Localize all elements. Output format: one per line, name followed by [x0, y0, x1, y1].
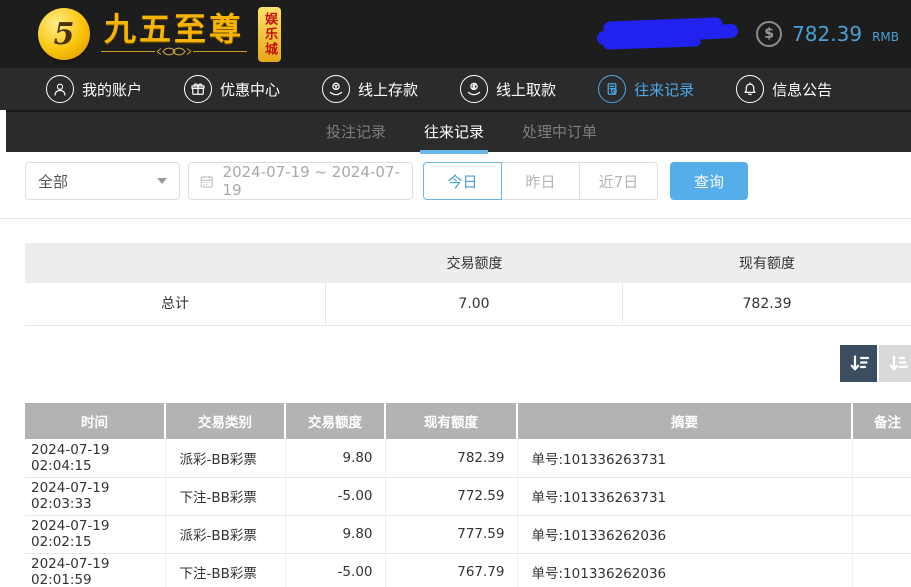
logo-emblem: 5: [38, 8, 90, 60]
quick-yesterday-button[interactable]: 昨日: [501, 162, 580, 200]
brand-title: 九五至尊: [104, 12, 244, 46]
header-account-area: $ 782.39 RMB: [596, 16, 901, 52]
sort-ascending-icon: [886, 352, 910, 376]
cell-type: 派彩-BB彩票: [165, 515, 285, 553]
calendar-icon: [199, 173, 215, 190]
col-header-balance: 现有额度: [385, 403, 517, 439]
sort-ascending-button[interactable]: [879, 345, 911, 382]
summary-header-trade-amount: 交易额度: [326, 253, 623, 273]
date-range-input[interactable]: 2024-07-19 ~ 2024-07-19: [188, 162, 413, 200]
cell-summary: 单号:101336263731: [517, 477, 852, 515]
sort-toolbar: [840, 345, 911, 382]
tab-pending-orders[interactable]: 处理中订单: [520, 112, 599, 154]
deposit-icon: [322, 75, 350, 103]
main-nav: 我的账户 优惠中心 线上存款 线上取款 往来记录 信息公告: [0, 68, 911, 110]
record-subtabs: 投注记录 往来记录 处理中订单: [6, 110, 911, 152]
nav-item-records[interactable]: 往来记录: [598, 75, 694, 103]
bell-icon: [736, 75, 764, 103]
records-header-row: 时间 交易类别 交易额度 现有额度 摘要 备注: [25, 403, 911, 439]
cell-balance: 772.59: [385, 477, 517, 515]
gift-icon: [184, 75, 212, 103]
cell-type: 下注-BB彩票: [165, 477, 285, 515]
records-icon: [598, 75, 626, 103]
col-header-summary: 摘要: [517, 403, 852, 439]
nav-item-my-account[interactable]: 我的账户: [46, 75, 142, 103]
table-row: 2024-07-19 02:03:33 下注-BB彩票 -5.00 772.59…: [25, 477, 911, 515]
type-select[interactable]: 全部: [25, 162, 180, 200]
summary-total-row: 总计 7.00 782.39: [25, 283, 911, 326]
quick-date-group: 今日 昨日 近7日: [423, 162, 658, 200]
currency-icon: $: [756, 21, 782, 47]
summary-header-balance: 现有额度: [623, 253, 911, 273]
quick-today-button[interactable]: 今日: [423, 162, 502, 200]
nav-item-deposit[interactable]: 线上存款: [322, 75, 418, 103]
nav-item-promotions[interactable]: 优惠中心: [184, 75, 280, 103]
search-button[interactable]: 查询: [670, 162, 748, 200]
cell-balance: 777.59: [385, 515, 517, 553]
nav-item-withdraw[interactable]: 线上取款: [460, 75, 556, 103]
table-row: 2024-07-19 02:04:15 派彩-BB彩票 9.80 782.39 …: [25, 439, 911, 477]
section-divider: [0, 218, 911, 219]
flourish-ornament: [99, 46, 249, 57]
cell-summary: 单号:101336262036: [517, 553, 852, 587]
cell-note: [852, 477, 911, 515]
top-header: 5 九五至尊 娱乐城 $ 782.39 RMB: [0, 0, 911, 68]
cell-trade-amount: -5.00: [285, 477, 385, 515]
tab-bet-records[interactable]: 投注记录: [324, 112, 388, 154]
sort-descending-icon: [847, 352, 871, 376]
brand-badge: 娱乐城: [258, 7, 281, 62]
chevron-down-icon: [157, 178, 167, 184]
brand-box: 九五至尊: [99, 12, 249, 57]
cell-time: 2024-07-19 02:01:59: [25, 553, 165, 587]
tab-transaction-records[interactable]: 往来记录: [422, 112, 486, 154]
nav-label: 我的账户: [82, 79, 142, 100]
cell-trade-amount: 9.80: [285, 515, 385, 553]
nav-label: 信息公告: [772, 79, 832, 100]
logo[interactable]: 5 九五至尊 娱乐城: [38, 7, 311, 62]
cell-type: 下注-BB彩票: [165, 553, 285, 587]
cell-trade-amount: 9.80: [285, 439, 385, 477]
nav-label: 往来记录: [634, 79, 694, 100]
nav-label: 线上取款: [496, 79, 556, 100]
nav-label: 线上存款: [358, 79, 418, 100]
cell-note: [852, 553, 911, 587]
sort-descending-button[interactable]: [840, 345, 877, 382]
col-header-trade-amount: 交易额度: [285, 403, 385, 439]
date-range-value: 2024-07-19 ~ 2024-07-19: [223, 163, 402, 199]
cell-summary: 单号:101336262036: [517, 515, 852, 553]
cell-time: 2024-07-19 02:02:15: [25, 515, 165, 553]
col-header-time: 时间: [25, 403, 165, 439]
redacted-username: [596, 16, 746, 52]
balance-currency: RMB: [872, 30, 899, 44]
user-icon: [46, 75, 74, 103]
records-tbody: 2024-07-19 02:04:15 派彩-BB彩票 9.80 782.39 …: [25, 439, 911, 587]
cell-type: 派彩-BB彩票: [165, 439, 285, 477]
filter-bar: 全部 2024-07-19 ~ 2024-07-19 今日 昨日 近7日 查询: [25, 162, 911, 200]
summary-total-label: 总计: [25, 283, 326, 326]
cell-note: [852, 439, 911, 477]
table-row: 2024-07-19 02:02:15 派彩-BB彩票 9.80 777.59 …: [25, 515, 911, 553]
records-table: 时间 交易类别 交易额度 现有额度 摘要 备注 2024-07-19 02:04…: [25, 403, 911, 587]
col-header-note: 备注: [852, 403, 911, 439]
cell-balance: 767.79: [385, 553, 517, 587]
table-row: 2024-07-19 02:01:59 下注-BB彩票 -5.00 767.79…: [25, 553, 911, 587]
cell-summary: 单号:101336263731: [517, 439, 852, 477]
nav-item-announcements[interactable]: 信息公告: [736, 75, 832, 103]
cell-note: [852, 515, 911, 553]
records-table-wrap: 时间 交易类别 交易额度 现有额度 摘要 备注 2024-07-19 02:04…: [25, 403, 911, 587]
nav-label: 优惠中心: [220, 79, 280, 100]
col-header-type: 交易类别: [165, 403, 285, 439]
type-select-value: 全部: [38, 171, 68, 192]
cell-balance: 782.39: [385, 439, 517, 477]
summary-header-row: 交易额度 现有额度: [25, 243, 911, 283]
cell-time: 2024-07-19 02:03:33: [25, 477, 165, 515]
summary-table: 交易额度 现有额度 总计 7.00 782.39: [25, 243, 911, 326]
balance-amount: 782.39: [792, 22, 862, 46]
cell-trade-amount: -5.00: [285, 553, 385, 587]
cell-time: 2024-07-19 02:04:15: [25, 439, 165, 477]
withdraw-icon: [460, 75, 488, 103]
quick-7days-button[interactable]: 近7日: [579, 162, 658, 200]
summary-balance: 782.39: [623, 296, 911, 312]
summary-trade-amount: 7.00: [326, 283, 623, 326]
